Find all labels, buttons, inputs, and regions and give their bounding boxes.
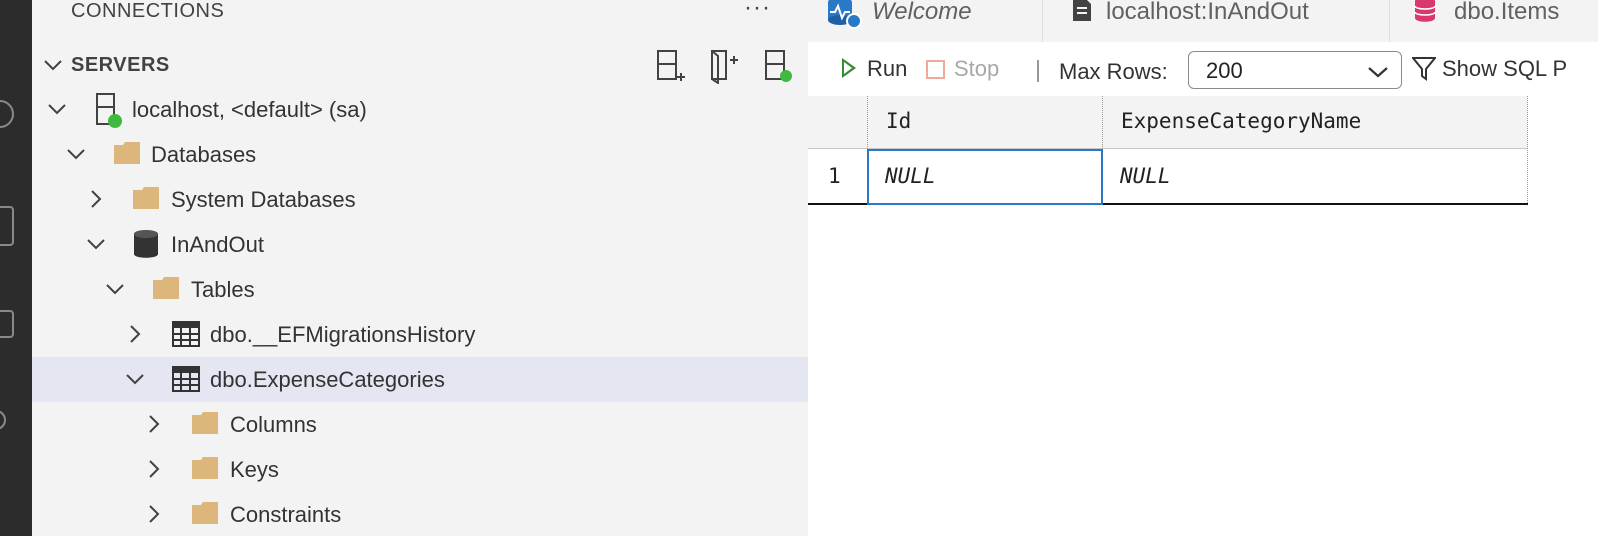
welcome-icon <box>826 0 862 37</box>
tree-item-tables[interactable]: Tables <box>32 267 808 312</box>
tree-item-label: InAndOut <box>171 232 264 257</box>
tab-separator <box>1389 0 1390 42</box>
max-rows-label: Max Rows: <box>1059 59 1168 84</box>
servers-section-header[interactable]: SERVERS <box>32 46 808 85</box>
connections-sidebar: CONNECTIONS ··· SERVERS localhost, <defa… <box>32 0 808 536</box>
row-number: 1 <box>828 164 841 188</box>
tree-item-label: dbo.ExpenseCategories <box>210 367 445 392</box>
add-server-group-icon[interactable] <box>708 48 740 85</box>
max-rows-value: 200 <box>1206 58 1243 83</box>
table-row: 1 NULL NULL <box>808 149 1528 205</box>
toolbar-divider <box>1037 60 1039 82</box>
tree-item-label: dbo.__EFMigrationsHistory <box>210 322 476 347</box>
column-header-expensecategoryname[interactable]: ExpenseCategoryName <box>1121 109 1361 133</box>
folder-icon <box>132 185 162 215</box>
run-icon <box>842 58 856 78</box>
tree-item-columns[interactable]: Columns <box>32 402 808 447</box>
column-divider <box>1102 96 1103 149</box>
chevron-down-icon[interactable] <box>84 232 108 256</box>
chevron-right-icon[interactable] <box>142 457 166 481</box>
folder-icon <box>113 140 143 170</box>
cell-value: NULL <box>1120 164 1171 188</box>
tree-item-label: Databases <box>151 142 257 167</box>
tree-item-expensecategories[interactable]: dbo.ExpenseCategories <box>32 357 808 402</box>
activity-bar <box>0 0 32 536</box>
tree-item-label: Constraints <box>230 502 342 527</box>
tree-item-server[interactable]: localhost, <default> (sa) <box>32 87 808 132</box>
sidebar-title: CONNECTIONS <box>71 0 225 22</box>
chevron-down-icon[interactable] <box>123 367 147 391</box>
tree-item-label: System Databases <box>171 187 356 212</box>
stop-icon <box>926 60 945 79</box>
chevron-right-icon[interactable] <box>142 502 166 526</box>
tree-item-label: Tables <box>191 277 255 302</box>
tab-label: dbo.Items <box>1454 0 1560 25</box>
tree-item-label: Columns <box>230 412 317 437</box>
new-connection-icon[interactable] <box>654 48 686 84</box>
column-divider <box>867 96 868 149</box>
tree-item-label: localhost, <default> (sa) <box>132 97 367 122</box>
server-icon <box>94 92 124 128</box>
tree-item-label: Keys <box>230 457 279 482</box>
chevron-down-icon <box>41 53 65 82</box>
max-rows-select[interactable]: 200 <box>1188 51 1402 89</box>
folder-icon <box>191 410 221 440</box>
tab-items[interactable]: dbo.Items <box>1414 0 1598 42</box>
chevron-right-icon[interactable] <box>84 187 108 211</box>
tab-bar: Welcome localhost:InAndOut dbo.Items <box>808 0 1598 42</box>
more-actions-icon[interactable]: ··· <box>744 0 771 22</box>
servers-label: SERVERS <box>71 54 170 76</box>
grid-cell-expensecategoryname[interactable]: NULL <box>1103 149 1528 205</box>
grid-header: Id ExpenseCategoryName <box>808 96 1528 149</box>
run-button[interactable]: Run <box>867 56 907 82</box>
activity-connections-icon[interactable] <box>0 100 14 128</box>
tab-query[interactable]: localhost:InAndOut <box>1068 0 1388 42</box>
active-connections-icon[interactable] <box>762 48 794 84</box>
chevron-right-icon[interactable] <box>142 412 166 436</box>
filter-icon <box>1410 56 1438 88</box>
cell-value: NULL <box>885 164 936 188</box>
activity-extensions-icon[interactable] <box>0 410 6 430</box>
table-icon <box>172 321 202 351</box>
chevron-down-icon[interactable] <box>64 142 88 166</box>
query-toolbar: Run Stop Max Rows: 200 Show SQL P <box>808 42 1598 96</box>
activity-explorer-icon[interactable] <box>0 206 14 246</box>
tree-item-databases[interactable]: Databases <box>32 132 808 177</box>
chevron-down-icon <box>1367 61 1389 87</box>
database-icon <box>1414 0 1436 31</box>
folder-icon <box>191 455 221 485</box>
column-header-id[interactable]: Id <box>886 109 911 133</box>
tab-separator <box>1042 0 1043 42</box>
tab-welcome[interactable]: Welcome <box>826 0 1041 42</box>
grid-cell-id[interactable]: NULL <box>867 149 1103 205</box>
activity-search-icon[interactable] <box>0 310 14 338</box>
tab-label: localhost:InAndOut <box>1106 0 1309 25</box>
tree-item-system-databases[interactable]: System Databases <box>32 177 808 222</box>
chevron-down-icon[interactable] <box>45 97 69 121</box>
editor-area: Welcome localhost:InAndOut dbo.Items Run… <box>808 0 1598 536</box>
folder-icon <box>152 275 182 305</box>
tab-label: Welcome <box>872 0 972 25</box>
database-icon <box>133 229 163 259</box>
tree-item-inandout[interactable]: InAndOut <box>32 222 808 267</box>
chevron-down-icon[interactable] <box>103 277 127 301</box>
chevron-right-icon[interactable] <box>123 322 147 346</box>
tree-item-efmigrationshistory[interactable]: dbo.__EFMigrationsHistory <box>32 312 808 357</box>
show-sql-pane-button[interactable]: Show SQL P <box>1442 56 1567 82</box>
document-icon <box>1072 0 1092 29</box>
stop-button[interactable]: Stop <box>954 56 999 82</box>
table-icon <box>172 366 202 396</box>
folder-icon <box>191 500 221 530</box>
tree-item-constraints[interactable]: Constraints <box>32 492 808 536</box>
tree-item-keys[interactable]: Keys <box>32 447 808 492</box>
